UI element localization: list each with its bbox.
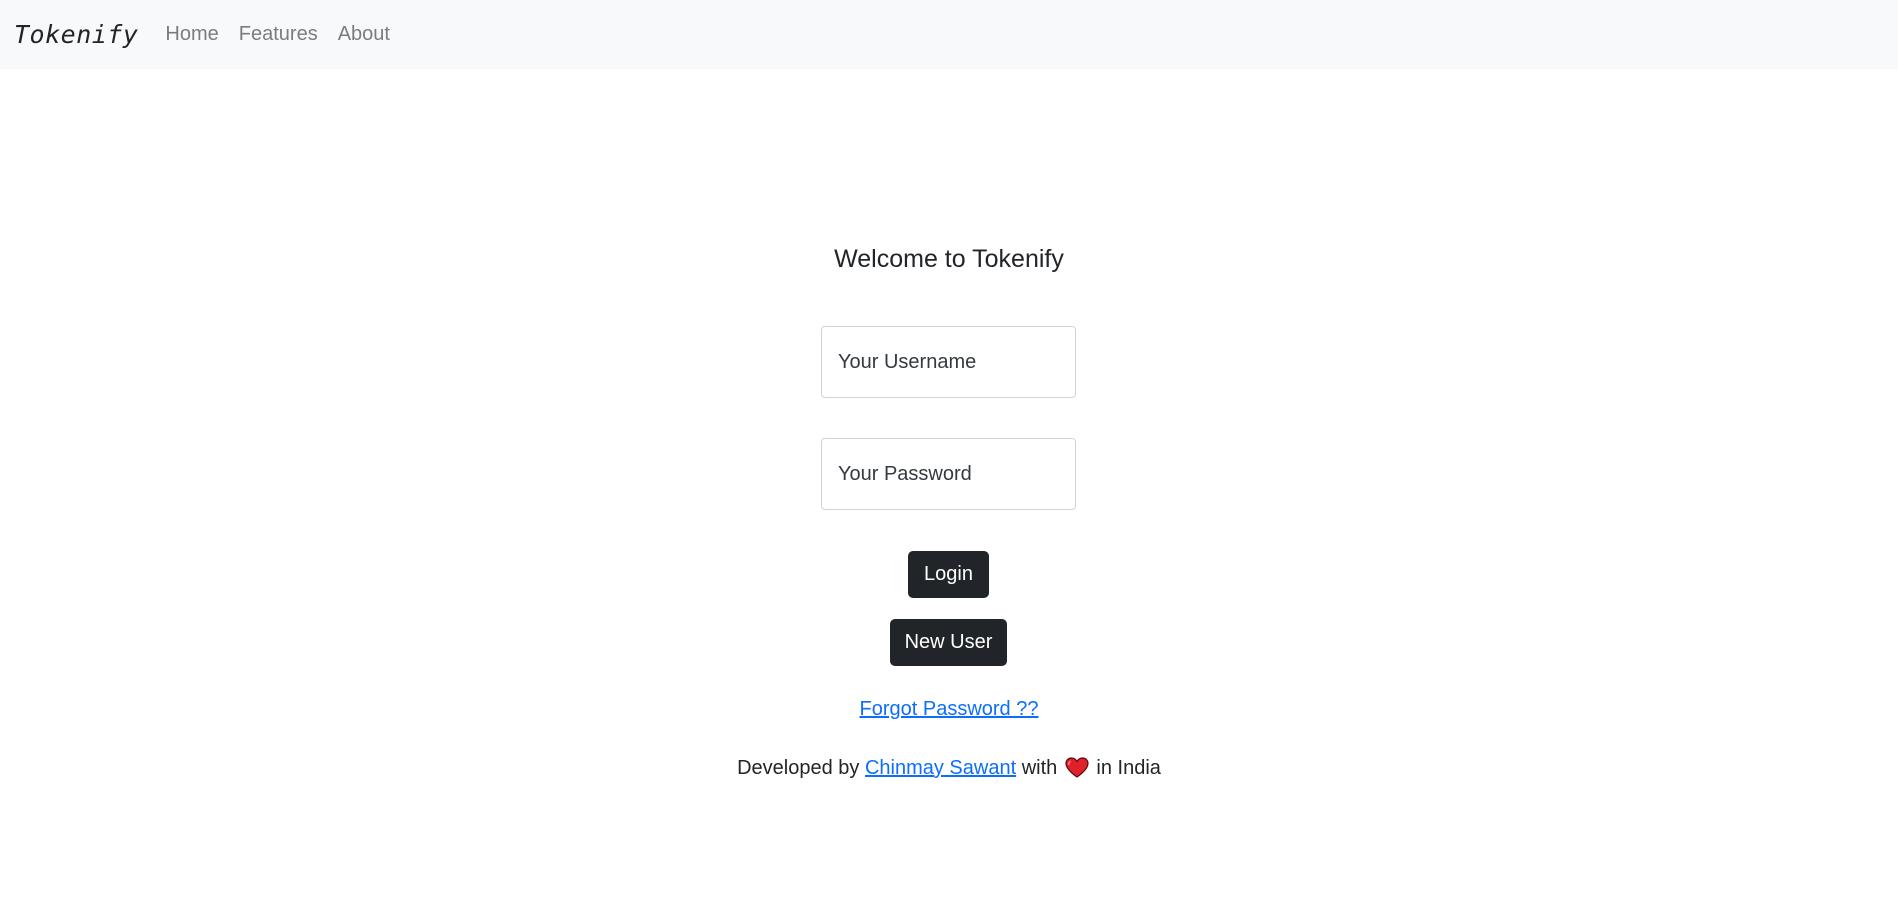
nav-link-about[interactable]: About [328, 23, 400, 46]
nav-link-home[interactable]: Home [155, 23, 228, 46]
footer-suffix: in India [1096, 757, 1161, 779]
author-link[interactable]: Chinmay Sawant [865, 757, 1016, 779]
login-button[interactable]: Login [908, 551, 989, 598]
nav-links: Home Features About [155, 23, 400, 46]
footer-credit: Developed by Chinmay Sawant with in Indi… [0, 757, 1898, 784]
footer-prefix: Developed by [737, 757, 860, 779]
nav-link-features[interactable]: Features [229, 23, 328, 46]
brand-logo[interactable]: Tokenify [14, 20, 138, 49]
heart-icon [1065, 757, 1089, 784]
new-user-button[interactable]: New User [890, 619, 1007, 666]
page-title: Welcome to Tokenify [834, 245, 1064, 273]
navbar: Tokenify Home Features About [0, 0, 1898, 69]
footer-middle: with [1021, 757, 1058, 779]
username-input[interactable] [821, 326, 1076, 398]
forgot-password-link[interactable]: Forgot Password ?? [860, 698, 1039, 720]
forgot-password-row: Forgot Password ?? [0, 698, 1898, 721]
password-input[interactable] [821, 438, 1076, 510]
